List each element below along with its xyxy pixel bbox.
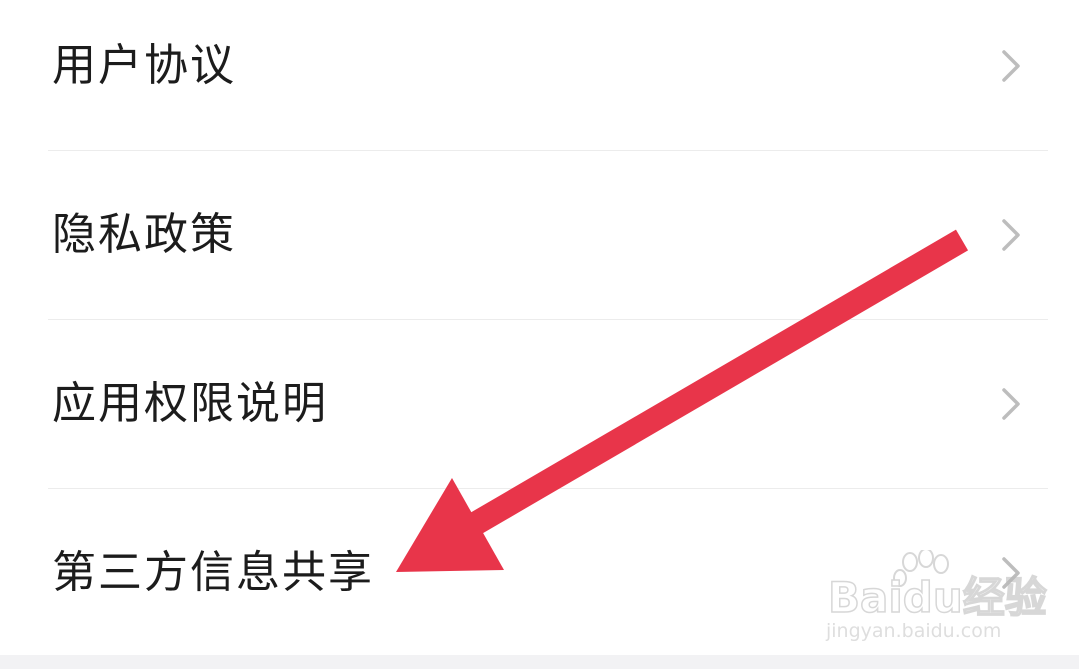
watermark: Baidu经验 jingyan.baidu.com — [826, 550, 1047, 646]
watermark-url: jingyan.baidu.com — [826, 620, 1002, 642]
chevron-right-icon — [1002, 219, 1020, 251]
list-item-label: 隐私政策 — [52, 209, 236, 260]
list-item-privacy-policy[interactable]: 隐私政策 — [0, 151, 1079, 319]
chevron-right-icon — [1002, 50, 1020, 82]
watermark-logo: Baidu经验 — [827, 573, 1047, 623]
chevron-right-icon — [1002, 388, 1020, 420]
list-item-label: 第三方信息共享 — [52, 547, 374, 598]
list-item-user-agreement[interactable]: 用户协议 — [0, 0, 1079, 150]
list-item-label: 用户协议 — [52, 40, 236, 91]
list-item-app-permissions[interactable]: 应用权限说明 — [0, 320, 1079, 488]
list-item-label: 应用权限说明 — [52, 378, 328, 429]
bottom-band — [0, 655, 1079, 669]
